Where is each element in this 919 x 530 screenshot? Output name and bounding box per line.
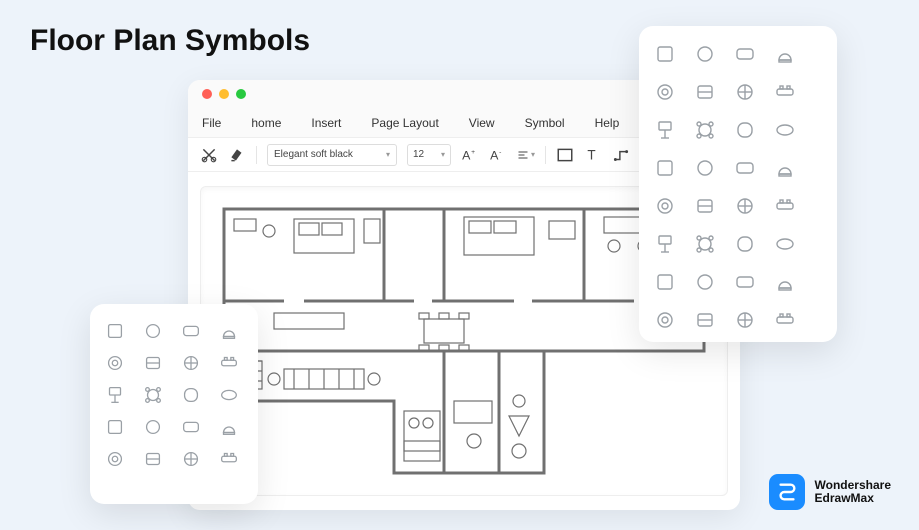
brand-line2: EdrawMax <box>815 492 891 505</box>
symbol-stool-pair[interactable] <box>733 308 757 332</box>
font-size-select[interactable]: 12 ▾ <box>407 144 451 166</box>
symbol-chair-u[interactable] <box>693 80 717 104</box>
cut-button[interactable] <box>200 146 218 164</box>
symbol-chair-circle[interactable] <box>653 80 677 104</box>
symbol-ottoman[interactable] <box>693 270 717 294</box>
symbol-table-spoke[interactable] <box>773 194 797 218</box>
text-tool[interactable]: T <box>584 146 602 164</box>
brand-logo-icon <box>769 474 805 510</box>
symbol-desk-double[interactable] <box>733 156 757 180</box>
symbol-table-star[interactable] <box>733 194 757 218</box>
minimize-icon[interactable] <box>219 89 229 99</box>
format-painter-button[interactable] <box>228 146 246 164</box>
close-icon[interactable] <box>202 89 212 99</box>
menu-home[interactable]: home <box>251 116 281 130</box>
symbol-seating-c[interactable] <box>180 416 202 438</box>
brand-text: Wondershare EdrawMax <box>815 479 891 505</box>
chevron-down-icon: ▾ <box>386 150 390 159</box>
menu-symbol[interactable]: Symbol <box>525 116 565 130</box>
symbol-shape-oblong[interactable] <box>773 232 797 256</box>
symbol-palette-left <box>90 304 258 504</box>
symbol-table-group[interactable] <box>218 320 240 342</box>
menu-insert[interactable]: Insert <box>311 116 341 130</box>
symbol-desk-monitor[interactable] <box>653 156 677 180</box>
symbol-seating-b[interactable] <box>142 416 164 438</box>
symbol-chair-side[interactable] <box>693 118 717 142</box>
symbol-table-ring[interactable] <box>653 270 677 294</box>
symbol-module-c[interactable] <box>180 448 202 470</box>
symbol-table-4[interactable] <box>180 320 202 342</box>
svg-text:+: + <box>471 148 475 155</box>
page-title: Floor Plan Symbols <box>30 24 310 58</box>
rectangle-tool[interactable] <box>556 146 574 164</box>
symbol-cluster[interactable] <box>142 352 164 374</box>
symbol-palette-right <box>639 26 837 342</box>
font-name-label: Elegant soft black <box>274 149 353 160</box>
symbol-seating-a[interactable] <box>104 416 126 438</box>
symbol-table-round[interactable] <box>218 384 240 406</box>
symbol-table-8[interactable] <box>218 352 240 374</box>
chevron-down-icon: ▾ <box>441 150 445 159</box>
font-size-label: 12 <box>413 149 424 160</box>
symbol-shape-square[interactable] <box>733 232 757 256</box>
menu-help[interactable]: Help <box>595 116 620 130</box>
symbol-sofa-small[interactable] <box>773 118 797 142</box>
svg-text:A: A <box>490 148 499 162</box>
symbol-bench[interactable] <box>693 308 717 332</box>
symbol-chair-back[interactable] <box>693 42 717 66</box>
symbol-desk-lamp[interactable] <box>693 156 717 180</box>
symbol-module-a[interactable] <box>104 448 126 470</box>
symbol-seating-d[interactable] <box>218 416 240 438</box>
menu-view[interactable]: View <box>469 116 495 130</box>
menu-file[interactable]: File <box>202 116 221 130</box>
separator-icon <box>545 146 546 164</box>
svg-text:T: T <box>587 147 595 162</box>
symbol-cluster-alt[interactable] <box>180 352 202 374</box>
chevron-down-icon: ▾ <box>531 150 535 159</box>
font-select[interactable]: Elegant soft black ▾ <box>267 144 397 166</box>
symbol-desk-triple[interactable] <box>773 156 797 180</box>
symbol-corner-desk[interactable] <box>104 320 126 342</box>
symbol-chair-box[interactable] <box>773 80 797 104</box>
symbol-cluster-square[interactable] <box>104 384 126 406</box>
svg-text:-: - <box>499 148 501 155</box>
align-button[interactable]: ▾ <box>517 146 535 164</box>
symbol-table-petal[interactable] <box>773 308 797 332</box>
symbol-cushion[interactable] <box>733 270 757 294</box>
symbol-module-b[interactable] <box>142 448 164 470</box>
symbol-table-round-6[interactable] <box>693 194 717 218</box>
svg-text:A: A <box>462 148 471 162</box>
separator-icon <box>256 146 257 164</box>
menu-page-layout[interactable]: Page Layout <box>371 116 438 130</box>
symbol-table-round-4[interactable] <box>653 194 677 218</box>
symbol-armchair[interactable] <box>773 42 797 66</box>
symbol-conference[interactable] <box>180 384 202 406</box>
brand: Wondershare EdrawMax <box>769 474 891 510</box>
symbol-table-many[interactable] <box>773 270 797 294</box>
symbol-stool[interactable] <box>653 118 677 142</box>
increase-font-button[interactable]: A+ <box>461 146 479 164</box>
symbol-table-6[interactable] <box>104 352 126 374</box>
symbol-table-long[interactable] <box>142 384 164 406</box>
symbol-chair-square[interactable] <box>653 42 677 66</box>
symbol-chair-round[interactable] <box>733 42 757 66</box>
symbol-chairs-pair[interactable] <box>142 320 164 342</box>
symbol-module-d[interactable] <box>218 448 240 470</box>
symbol-stool-4[interactable] <box>653 308 677 332</box>
connector-tool[interactable] <box>612 146 630 164</box>
symbol-chair-dome[interactable] <box>733 80 757 104</box>
maximize-icon[interactable] <box>236 89 246 99</box>
symbol-shape-circle[interactable] <box>693 232 717 256</box>
decrease-font-button[interactable]: A- <box>489 146 507 164</box>
symbol-shape-rounded[interactable] <box>653 232 677 256</box>
symbol-chair-pad[interactable] <box>733 118 757 142</box>
